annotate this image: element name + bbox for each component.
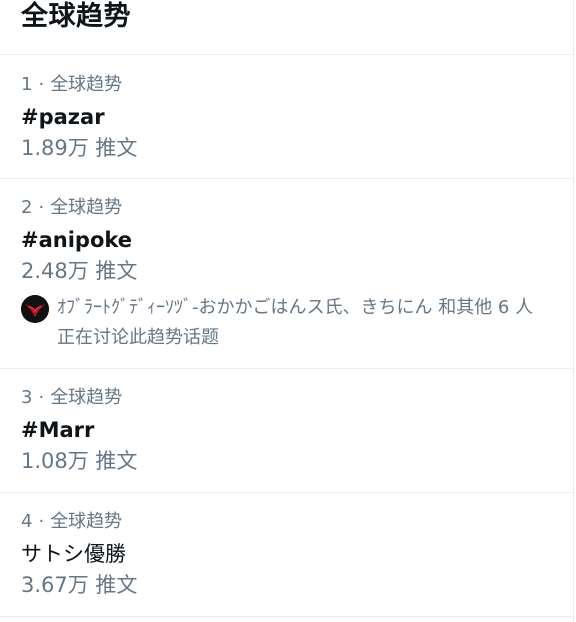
trend-item-3[interactable]: 3 · 全球趋势 #Marr 1.08万 推文	[0, 369, 573, 493]
discussion-text: ｵﾌﾞﾗｰﾄｸﾞﾃﾞｨｰｿﾂﾞ-おかかごはんス氏、きちにん 和其他 6 人正在讨…	[57, 297, 534, 348]
trend-discussion[interactable]: ｵﾌﾞﾗｰﾄｸﾞﾃﾞｨｰｿﾂﾞ-おかかごはんス氏、きちにん 和其他 6 人正在讨…	[21, 293, 543, 353]
trend-name[interactable]: #Marr	[21, 416, 543, 444]
trend-rank: 1	[21, 74, 33, 95]
trend-tweet-count: 1.89万 推文	[21, 136, 138, 160]
trend-meta: 2 · 全球趋势	[21, 196, 543, 220]
trend-separator: ·	[38, 74, 45, 95]
trend-name[interactable]: サトシ優勝	[21, 540, 543, 568]
trend-category: 全球趋势	[50, 387, 123, 408]
trend-separator: ·	[38, 511, 45, 532]
trend-tweet-count: 2.48万 推文	[21, 259, 138, 283]
trend-name[interactable]: #anipoke	[21, 226, 543, 254]
trend-tweet-count: 3.67万 推文	[21, 573, 138, 597]
trends-header: 全球趋势	[0, 0, 573, 55]
trend-name[interactable]: #pazar	[21, 103, 543, 131]
trend-item-1[interactable]: 1 · 全球趋势 #pazar 1.89万 推文	[0, 55, 573, 179]
trend-meta: 4 · 全球趋势	[21, 510, 543, 534]
trend-meta: 3 · 全球趋势	[21, 386, 543, 410]
trend-rank: 4	[21, 511, 33, 532]
avatar[interactable]	[21, 295, 49, 323]
trend-category: 全球趋势	[50, 511, 123, 532]
avatar-emblem-icon	[21, 295, 49, 323]
trend-category: 全球趋势	[50, 197, 123, 218]
trend-meta: 1 · 全球趋势	[21, 73, 543, 97]
trend-item-2[interactable]: 2 · 全球趋势 #anipoke 2.48万 推文 ｵﾌﾞﾗｰﾄｸﾞﾃﾞｨｰｿﾂﾞ…	[0, 179, 573, 369]
trend-category: 全球趋势	[50, 74, 123, 95]
trend-item-4[interactable]: 4 · 全球趋势 サトシ優勝 3.67万 推文	[0, 493, 573, 617]
trend-separator: ·	[38, 197, 45, 218]
trends-panel: 全球趋势 1 · 全球趋势 #pazar 1.89万 推文 2 · 全球趋势 #anip…	[0, 0, 574, 622]
trend-rank: 2	[21, 197, 33, 218]
trend-separator: ·	[38, 387, 45, 408]
page-title: 全球趋势	[21, 1, 131, 32]
trend-rank: 3	[21, 387, 33, 408]
trend-tweet-count: 1.08万 推文	[21, 449, 138, 473]
